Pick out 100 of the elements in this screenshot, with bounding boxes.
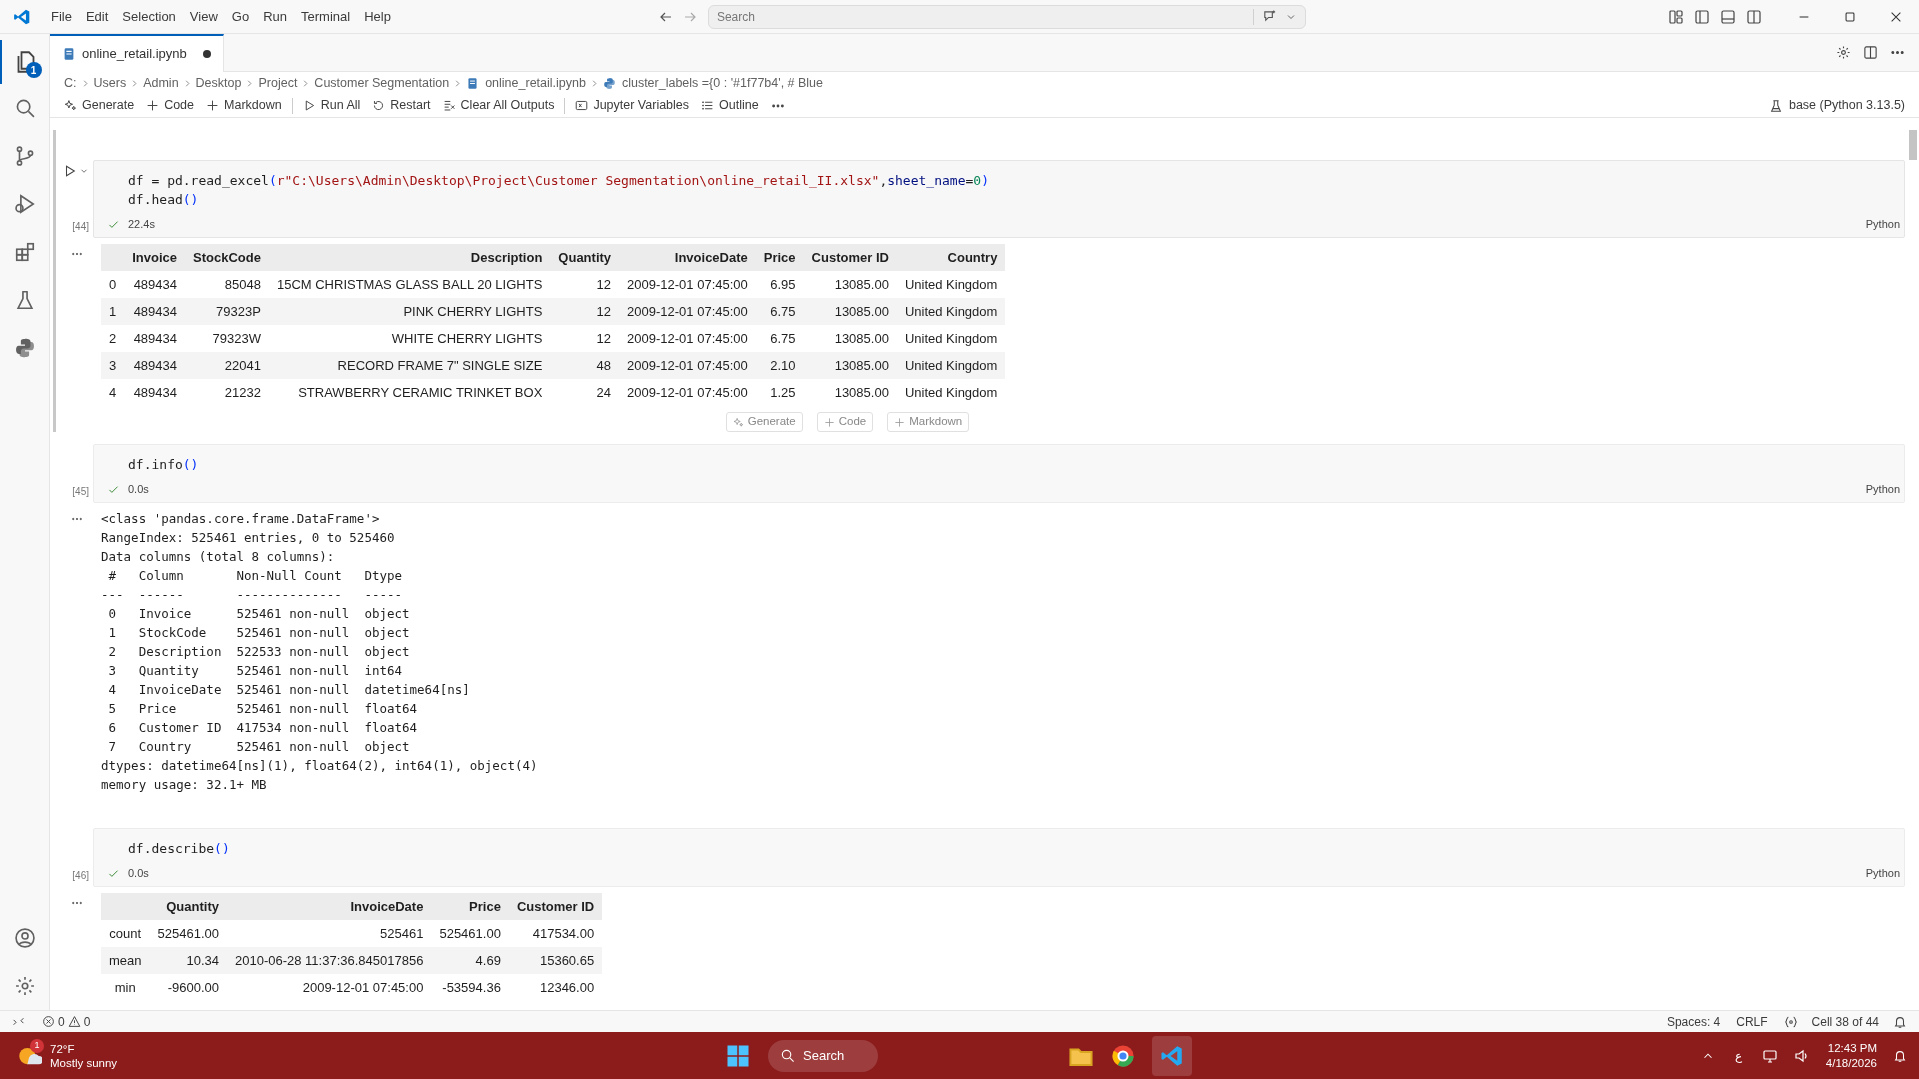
status-item[interactable]: Cell 38 of 44 — [1805, 1012, 1885, 1031]
code-editor-icon[interactable] — [1160, 1043, 1184, 1068]
cell-language[interactable]: Python — [1865, 480, 1900, 498]
cell-language[interactable]: Python — [1865, 864, 1900, 882]
breadcrumb-item[interactable]: online_retail.ipynb — [485, 73, 586, 93]
kernel-picker[interactable]: base (Python 3.13.5) — [1768, 96, 1905, 115]
maximize-icon[interactable] — [1843, 9, 1857, 24]
column-header: Quantity — [149, 893, 227, 920]
row-index: min — [101, 974, 150, 1001]
table-cell: 22041 — [185, 352, 269, 379]
insert-cell-button[interactable]: Generate — [725, 412, 803, 432]
sparkle-icon — [64, 99, 77, 112]
menu-item[interactable]: Selection — [115, 4, 183, 29]
table-cell: 12 — [550, 325, 620, 352]
toolbar-button[interactable]: Generate — [58, 94, 141, 117]
menu-item[interactable]: View — [182, 4, 225, 29]
breadcrumb-item[interactable]: Project — [258, 73, 298, 93]
table-cell: 2.10 — [755, 352, 804, 379]
status-item[interactable]: Spaces: 4 — [1658, 1012, 1729, 1031]
table-cell: 489434 — [124, 298, 186, 325]
scrollbar-thumb[interactable] — [1909, 130, 1917, 160]
table-cell: 6.75 — [755, 325, 804, 352]
breadcrumb-item[interactable]: Users — [93, 73, 127, 93]
insert-cell-button[interactable]: Code — [816, 412, 874, 432]
python-icon — [602, 76, 616, 90]
menu-item[interactable]: Help — [357, 4, 398, 29]
weather-widget[interactable]: 1 72°F Mostly sunny — [0, 1041, 118, 1070]
column-header: StockCode — [185, 244, 269, 271]
table-cell: 13085.00 — [803, 352, 897, 379]
volume-icon[interactable] — [1793, 1047, 1810, 1064]
menu-item[interactable]: File — [44, 4, 79, 29]
breadcrumb-item[interactable]: C: — [64, 73, 77, 93]
cell-language[interactable]: Python — [1865, 215, 1900, 233]
breadcrumb-item[interactable]: Admin — [143, 73, 179, 93]
toolbar-button[interactable]: Code — [140, 94, 200, 117]
taskbar-search[interactable]: Search — [768, 1039, 878, 1072]
split-editor-icon[interactable] — [1863, 45, 1878, 60]
panel-toggle-icon[interactable] — [1720, 8, 1736, 25]
code-cell[interactable]: df.info() 0.0s Python — [93, 444, 1905, 503]
table-cell: STRAWBERRY CERAMIC TRINKET BOX — [268, 379, 551, 406]
browser-icon[interactable] — [1110, 1042, 1136, 1069]
input-language[interactable]: ع — [1730, 1046, 1746, 1065]
status-item[interactable]: CRLF — [1728, 1012, 1776, 1031]
insert-cell-button[interactable]: Markdown — [887, 412, 970, 432]
code-cell[interactable]: df = pd.read_excel(r"C:\Users\Admin\Desktop\Project\Customer Segmentation\online_retail_II.xlsx",sheet_name=0) df.head() 22.4s Python — [93, 160, 1905, 238]
column-header: InvoiceDate — [619, 244, 756, 271]
output-line: 4 InvoiceDate 525461 non-null datetime64[ns] — [107, 681, 471, 699]
toolbar-button[interactable]: Outline — [695, 94, 765, 117]
table-cell: 12 — [550, 271, 620, 298]
table-cell: 24 — [550, 379, 620, 406]
table-cell: 13085.00 — [803, 298, 897, 325]
run-cell-icon[interactable] — [63, 164, 77, 178]
clock[interactable]: 12:43 PM 4/18/2026 — [1825, 1040, 1877, 1071]
breadcrumb-item[interactable]: Customer Segmentation — [314, 73, 450, 93]
secondary-sidebar-icon[interactable] — [1746, 8, 1762, 25]
problems-indicator[interactable]: 0 0 — [36, 1012, 97, 1031]
code-line: df.head() — [127, 191, 200, 209]
toolbar-button[interactable]: Clear All Outputs — [436, 94, 561, 117]
execution-time: 0.0s — [128, 865, 149, 881]
chat-sparkle-icon[interactable] — [1261, 9, 1277, 24]
breadcrumb-item[interactable]: cluster_labels ={0 : '#1f77b4', # Blue — [621, 73, 823, 93]
sidebar-toggle-icon[interactable] — [1694, 8, 1710, 25]
toolbar-button[interactable]: Markdown — [200, 94, 288, 117]
table-cell: 15CM CHRISTMAS GLASS BALL 20 LIGHTS — [268, 271, 551, 298]
menu-item[interactable]: Go — [224, 4, 257, 29]
notification-badge: 1 — [25, 62, 42, 78]
toolbar-button[interactable]: Jupyter Variables — [569, 94, 696, 117]
layout-icon[interactable] — [1668, 8, 1684, 25]
menu-item[interactable]: Run — [256, 4, 294, 29]
search-field[interactable]: Search — [707, 4, 1306, 29]
menu-item[interactable]: Edit — [78, 4, 116, 29]
table-cell: 13085.00 — [803, 325, 897, 352]
code-cell[interactable]: df.describe() 0.0s Python — [93, 828, 1905, 887]
execution-count: [45] — [72, 485, 89, 499]
restart-icon — [372, 99, 386, 112]
account-icon[interactable] — [13, 927, 36, 949]
toolbar-button[interactable]: Run All — [296, 94, 367, 117]
row-index: 2 — [101, 325, 125, 352]
windows-start-icon[interactable] — [726, 1043, 750, 1068]
table-cell: United Kingdom — [896, 271, 1006, 298]
bell-icon[interactable] — [1893, 1014, 1907, 1029]
braces-icon[interactable] — [1783, 1014, 1798, 1029]
editor-tab[interactable]: online_retail.ipynb — [50, 34, 224, 72]
python-icon[interactable] — [13, 337, 36, 359]
column-header: Quantity — [550, 244, 620, 271]
run-debug-icon[interactable] — [13, 193, 36, 215]
table-cell: United Kingdom — [896, 298, 1006, 325]
table-cell: United Kingdom — [896, 379, 1006, 406]
notebook-file-icon — [62, 47, 76, 61]
breadcrumb-item[interactable]: Desktop — [195, 73, 242, 93]
row-index: 1 — [101, 298, 125, 325]
remote-icon[interactable] — [11, 1015, 25, 1028]
bell-icon[interactable] — [1893, 1048, 1907, 1063]
toolbar-button[interactable]: Restart — [366, 94, 437, 117]
column-header: Price — [755, 244, 804, 271]
menu-item[interactable]: Terminal — [294, 4, 358, 29]
extensions-icon[interactable] — [13, 241, 36, 263]
table-cell: 13085.00 — [803, 271, 897, 298]
warning-icon — [67, 1015, 81, 1028]
network-icon[interactable] — [1761, 1047, 1778, 1064]
